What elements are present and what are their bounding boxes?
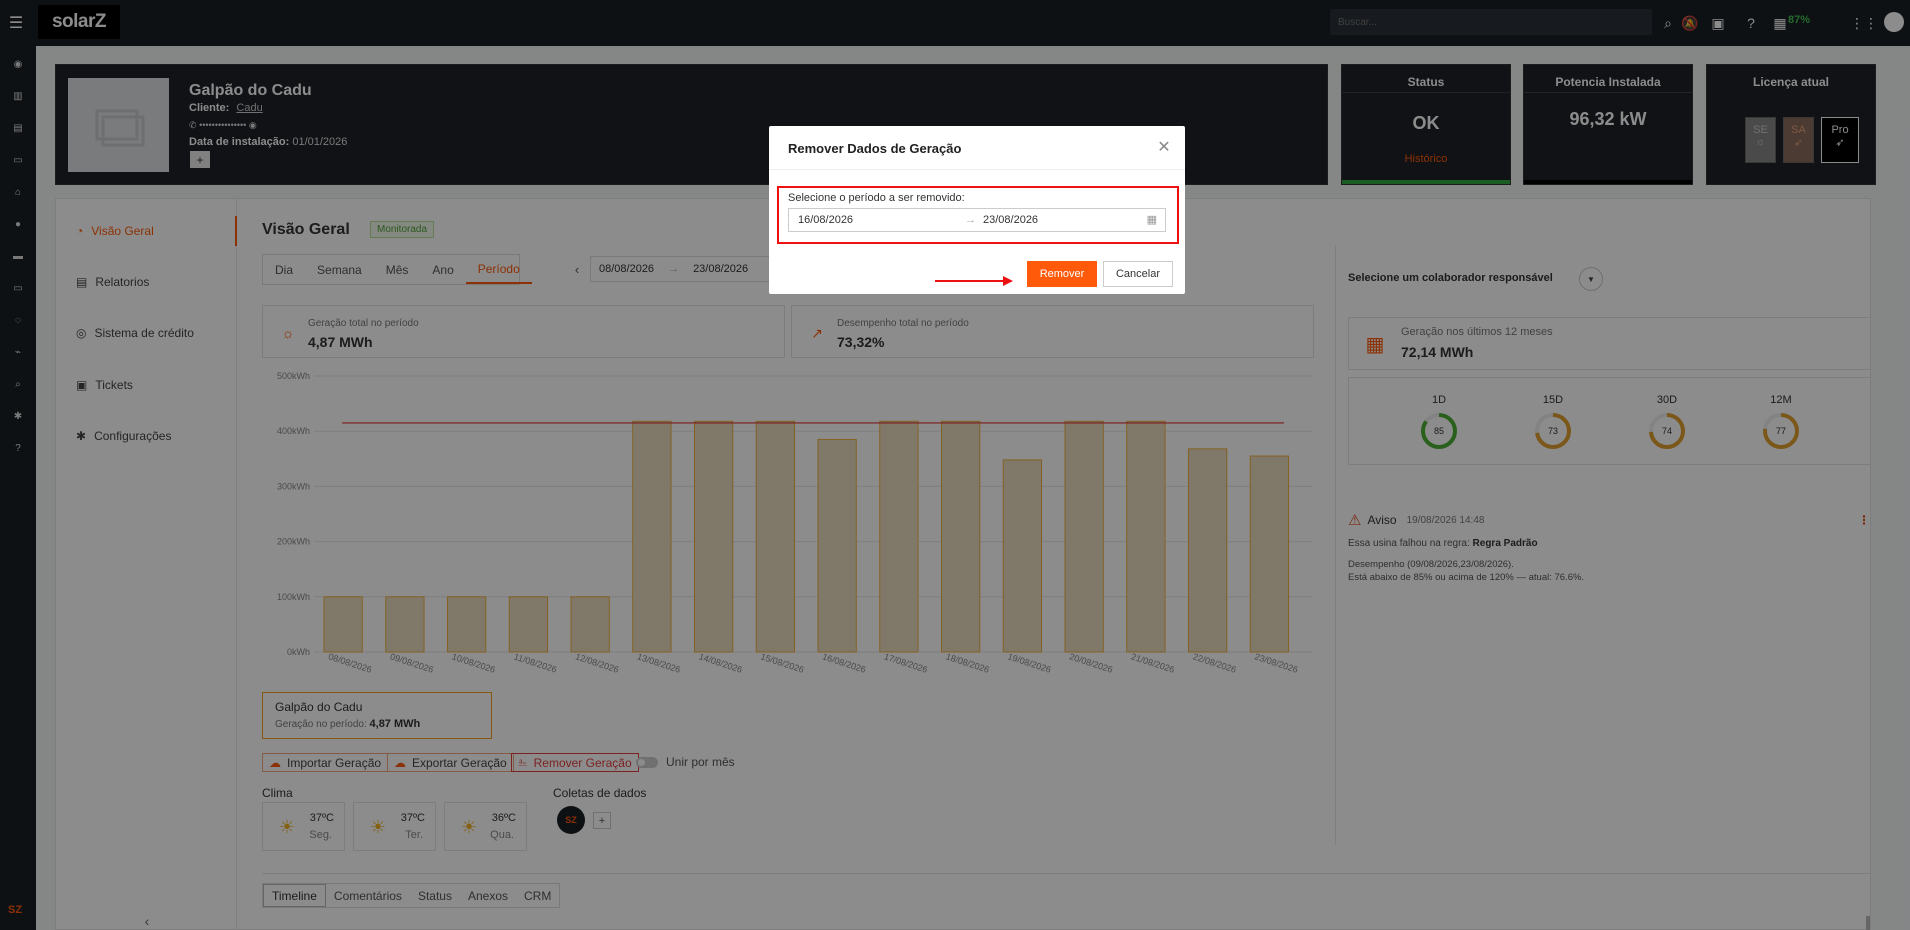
modal-date-range[interactable]: 16/08/2026 → 23/08/2026 ▦ xyxy=(788,208,1166,232)
modal-period-label: Selecione o período a ser removido: xyxy=(788,192,965,204)
modal-date-from[interactable]: 16/08/2026 xyxy=(798,214,853,226)
modal-title: Remover Dados de Geração xyxy=(788,141,962,156)
remove-generation-modal: Remover Dados de Geração ✕ Selecione o p… xyxy=(769,126,1185,294)
close-icon[interactable]: ✕ xyxy=(1155,138,1173,156)
remove-confirm-button[interactable]: Remover xyxy=(1027,261,1097,287)
cancel-button[interactable]: Cancelar xyxy=(1103,261,1173,287)
arrow-icon: → xyxy=(965,214,976,226)
modal-date-to[interactable]: 23/08/2026 xyxy=(983,214,1038,226)
annotation-arrow xyxy=(935,276,1013,286)
modal-divider xyxy=(769,169,1185,170)
calendar-icon[interactable]: ▦ xyxy=(1147,213,1157,226)
